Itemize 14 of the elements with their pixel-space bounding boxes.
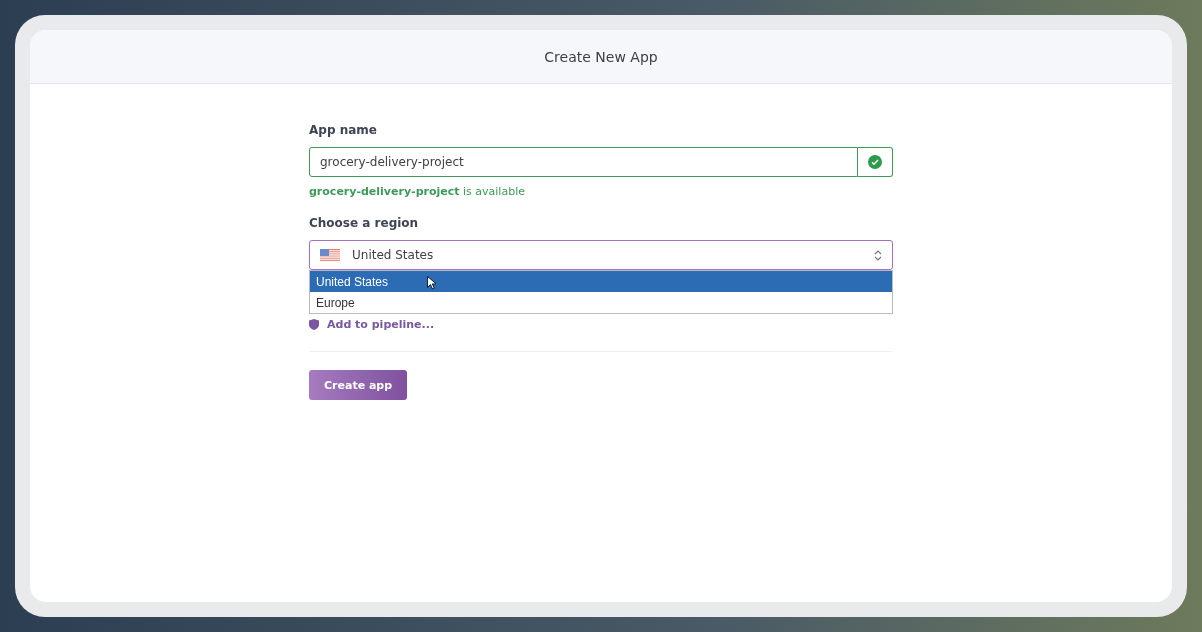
app-name-field[interactable]: grocery-delivery-project <box>309 147 858 177</box>
dialog-title: Create New App <box>544 48 658 65</box>
check-circle-icon <box>868 155 882 169</box>
field-label: App name <box>309 123 378 137</box>
field-label: Choose a region <box>309 216 420 230</box>
region-select[interactable]: United States <box>309 240 893 270</box>
chevron-up-down-icon <box>874 249 882 261</box>
region-option[interactable]: United States <box>310 271 892 292</box>
shield-icon <box>309 319 319 330</box>
add-to-pipeline-link[interactable]: Add to pipeline... <box>309 318 435 331</box>
availability-message: grocery-delivery-project is available <box>309 185 526 198</box>
mouse-pointer-icon <box>427 276 436 290</box>
create-app-button[interactable]: Create app <box>309 370 408 400</box>
flag-icon <box>320 248 340 262</box>
